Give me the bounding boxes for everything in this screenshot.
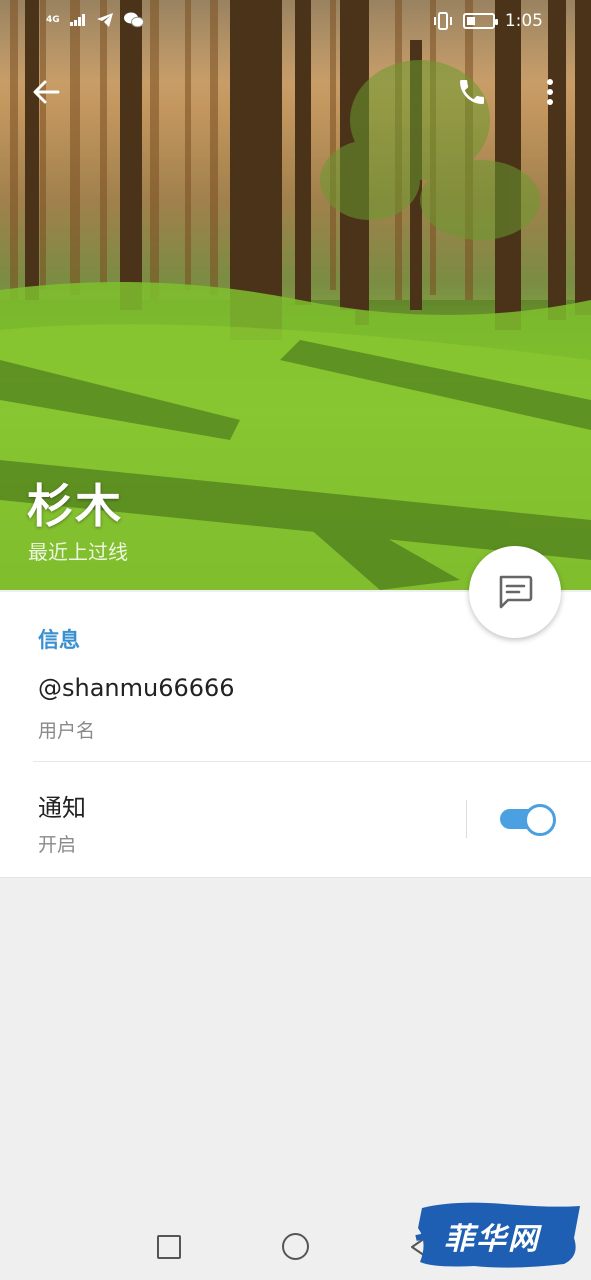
vibrate-icon bbox=[433, 12, 452, 30]
status-bar: 4G 1:05 bbox=[0, 0, 591, 44]
more-vertical-icon bbox=[547, 79, 553, 105]
divider bbox=[33, 761, 591, 762]
watermark-text: 菲华网 bbox=[444, 1222, 540, 1257]
call-button[interactable] bbox=[450, 70, 494, 114]
notifications-toggle[interactable] bbox=[500, 804, 556, 836]
last-seen-status: 最近上过线 bbox=[28, 540, 128, 564]
status-left: 4G bbox=[46, 12, 144, 28]
toggle-knob bbox=[524, 804, 556, 836]
network-indicator: 4G bbox=[46, 14, 60, 25]
message-icon bbox=[499, 575, 533, 609]
username-row[interactable]: @shanmu66666 用户名 bbox=[0, 662, 591, 762]
send-message-button[interactable] bbox=[469, 546, 561, 638]
home-button[interactable] bbox=[282, 1233, 309, 1260]
vertical-separator bbox=[466, 800, 467, 838]
phone-icon bbox=[460, 80, 484, 104]
username-value: @shanmu66666 bbox=[38, 674, 235, 702]
telegram-icon bbox=[96, 13, 113, 27]
notifications-status: 开启 bbox=[38, 834, 77, 856]
back-button[interactable] bbox=[24, 72, 68, 112]
notifications-label: 通知 bbox=[38, 794, 86, 822]
status-right: 1:05 bbox=[433, 11, 543, 31]
recent-apps-button[interactable] bbox=[157, 1235, 181, 1259]
site-watermark: 菲华网 bbox=[414, 1198, 584, 1272]
section-title: 信息 bbox=[38, 628, 80, 652]
signal-icon bbox=[69, 14, 85, 26]
more-options-button[interactable] bbox=[530, 70, 570, 114]
username-label: 用户名 bbox=[38, 720, 96, 742]
battery-icon bbox=[462, 13, 498, 29]
contact-name: 杉木 bbox=[27, 479, 123, 533]
top-action-bar bbox=[0, 60, 591, 120]
notifications-row[interactable]: 通知 开启 bbox=[0, 772, 591, 872]
wechat-icon bbox=[123, 12, 144, 28]
clock: 1:05 bbox=[504, 11, 543, 31]
arrow-left-icon bbox=[33, 80, 60, 104]
